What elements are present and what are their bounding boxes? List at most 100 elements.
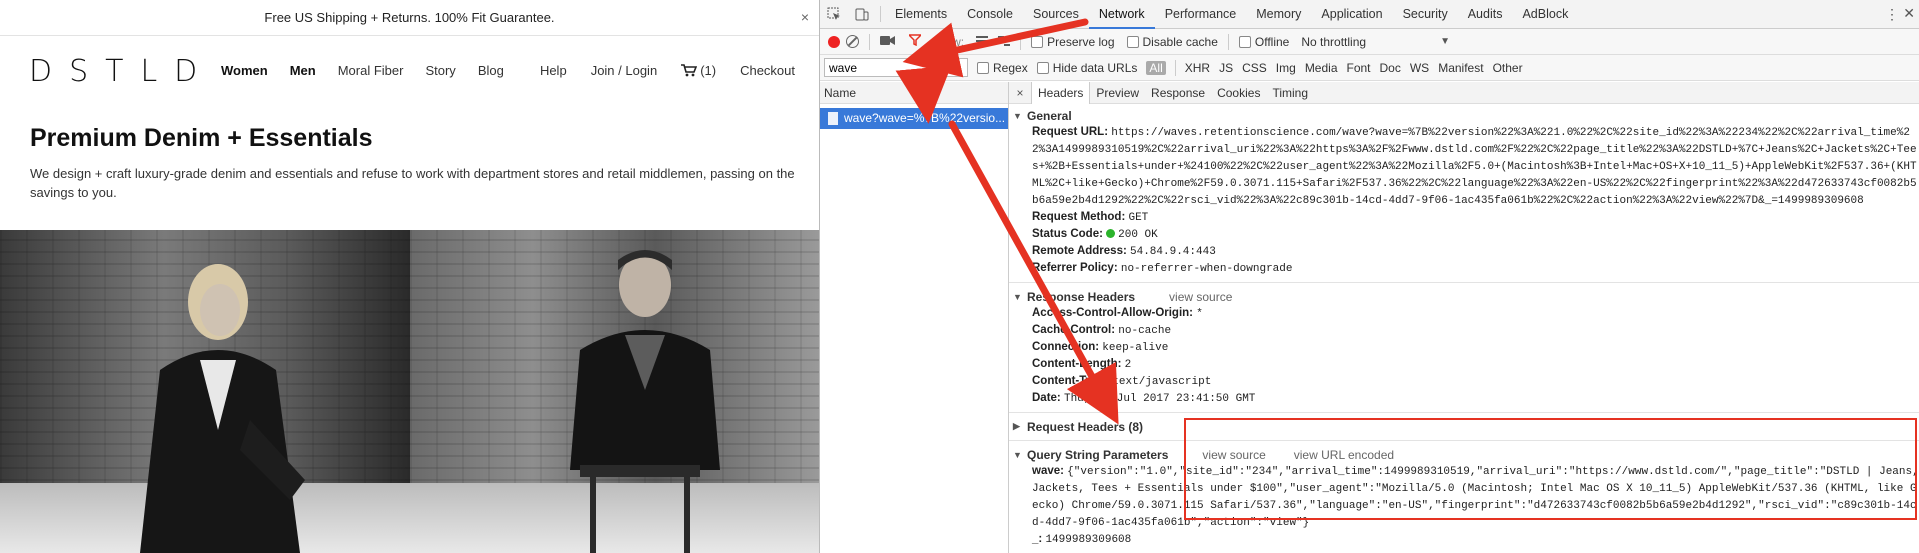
record-icon[interactable]	[828, 35, 840, 48]
tab-cookies[interactable]: Cookies	[1211, 82, 1266, 104]
inspect-element-icon[interactable]	[820, 0, 848, 29]
general-header[interactable]: ▼ General	[1013, 107, 1919, 124]
tab-preview[interactable]: Preview	[1090, 82, 1145, 104]
regex-checkbox[interactable]: Regex	[977, 61, 1028, 75]
filter-type-css[interactable]: CSS	[1242, 61, 1267, 75]
expanded-triangle-icon: ▼	[1013, 110, 1022, 121]
tab-timing[interactable]: Timing	[1266, 82, 1314, 104]
expanded-triangle-icon: ▼	[1013, 449, 1022, 460]
filter-type-ws[interactable]: WS	[1410, 61, 1429, 75]
chevron-down-icon: ▼	[1440, 36, 1450, 47]
account-nav: Help Join / Login (1) Checkout	[540, 63, 795, 78]
filter-type-js[interactable]: JS	[1219, 61, 1233, 75]
query-view-source-link[interactable]: view source	[1202, 448, 1265, 462]
filter-type-other[interactable]: Other	[1493, 61, 1523, 75]
filter-type-doc[interactable]: Doc	[1380, 61, 1401, 75]
cart-button[interactable]: (1)	[681, 63, 716, 78]
general-section: ▼ General Request URL: https://waves.ret…	[1009, 104, 1919, 280]
response-headers-header[interactable]: ▼ Response Headers view source	[1013, 288, 1919, 305]
throttling-select[interactable]: No throttling ▼	[1301, 35, 1450, 49]
nav-blog[interactable]: Blog	[478, 63, 504, 78]
devtools-panel: Elements Console Sources Network Perform…	[819, 0, 1919, 553]
waterfall-view-icon[interactable]	[998, 35, 1011, 49]
promo-text: Free US Shipping + Returns. 100% Fit Gua…	[264, 10, 555, 25]
nav-checkout[interactable]: Checkout	[740, 63, 795, 78]
tab-sources[interactable]: Sources	[1023, 0, 1089, 29]
query-param-timestamp: _: 1499989309608	[1032, 533, 1132, 546]
view-label: View:	[935, 34, 965, 49]
camera-icon[interactable]	[880, 35, 895, 49]
referrer-policy-row: Referrer Policy: no-referrer-when-downgr…	[1032, 262, 1293, 275]
header-row: Cache-Control: no-cache	[1032, 324, 1172, 337]
hero-photo-men[interactable]	[410, 230, 819, 553]
website-viewport: Free US Shipping + Returns. 100% Fit Gua…	[0, 0, 819, 553]
list-view-icon[interactable]	[976, 35, 989, 49]
tab-headers[interactable]: Headers	[1031, 82, 1091, 104]
hero-title: Premium Denim + Essentials	[30, 124, 373, 152]
status-green-dot-icon	[1106, 229, 1116, 238]
model-man-image	[570, 250, 720, 553]
tab-performance[interactable]: Performance	[1155, 0, 1247, 29]
nav-men[interactable]: Men	[290, 63, 316, 78]
cart-icon	[681, 64, 698, 77]
nav-moral-fiber[interactable]: Moral Fiber	[338, 63, 404, 78]
filter-input[interactable]	[824, 58, 968, 77]
hide-data-urls-checkbox[interactable]: Hide data URLs	[1036, 61, 1137, 75]
nav-women[interactable]: Women	[221, 63, 268, 78]
kebab-menu-icon[interactable]: ⋮	[1885, 6, 1899, 23]
hero-photo-women[interactable]	[0, 230, 410, 553]
request-url-row: Request URL: https://waves.retentionscie…	[1032, 126, 1917, 207]
model-woman-image	[140, 264, 305, 553]
request-details: × Headers Preview Response Cookies Timin…	[1009, 82, 1919, 553]
tab-network[interactable]: Network	[1088, 0, 1155, 29]
nav-story[interactable]: Story	[425, 63, 455, 78]
request-row-selected[interactable]: wave?wave=%7B%22versio...	[820, 108, 1008, 129]
device-toolbar-icon[interactable]	[848, 0, 876, 29]
tab-security[interactable]: Security	[1393, 0, 1458, 29]
request-headers-section: ▶ Request Headers (8)	[1009, 415, 1919, 438]
request-url-value[interactable]: https://waves.retentionscience.com/wave?…	[1032, 127, 1917, 207]
promo-close-icon[interactable]: ×	[801, 0, 809, 35]
filter-type-media[interactable]: Media	[1305, 61, 1338, 75]
filter-type-font[interactable]: Font	[1347, 61, 1371, 75]
nav-join-login[interactable]: Join / Login	[591, 63, 658, 78]
tab-adblock[interactable]: AdBlock	[1512, 0, 1578, 29]
tab-console[interactable]: Console	[957, 0, 1023, 29]
promo-banner: Free US Shipping + Returns. 100% Fit Gua…	[0, 0, 819, 36]
nav-help[interactable]: Help	[540, 63, 567, 78]
request-name: wave?wave=%7B%22versio...	[844, 111, 1006, 125]
header-row: Access-Control-Allow-Origin: *	[1032, 307, 1203, 320]
name-column-header[interactable]: Name	[820, 82, 1008, 104]
tab-response[interactable]: Response	[1145, 82, 1211, 104]
view-url-encoded-link[interactable]: view URL encoded	[1294, 448, 1394, 462]
clear-icon[interactable]	[846, 35, 859, 48]
disable-cache-checkbox[interactable]: Disable cache	[1126, 35, 1218, 49]
site-logo[interactable]: DSTLD	[29, 54, 214, 89]
site-header: DSTLD Women Men Moral Fiber Story Blog H…	[0, 36, 819, 104]
tab-audits[interactable]: Audits	[1458, 0, 1513, 29]
header-row: Content-Type: text/javascript	[1032, 375, 1212, 388]
filter-funnel-icon[interactable]	[907, 34, 923, 49]
request-headers-header[interactable]: ▶ Request Headers (8)	[1013, 418, 1919, 435]
tab-application[interactable]: Application	[1311, 0, 1392, 29]
tab-memory[interactable]: Memory	[1246, 0, 1311, 29]
preserve-log-checkbox[interactable]: Preserve log	[1031, 35, 1115, 49]
filter-type-all[interactable]: All	[1146, 60, 1166, 75]
offline-checkbox[interactable]: Offline	[1238, 35, 1289, 49]
hero-copy: Premium Denim + Essentials We design + c…	[30, 124, 800, 202]
status-code-row: Status Code: 200 OK	[1032, 228, 1158, 241]
header-row: Date: Thu, 13 Jul 2017 23:41:50 GMT	[1032, 392, 1256, 405]
tab-elements[interactable]: Elements	[885, 0, 957, 29]
query-string-header[interactable]: ▼ Query String Parameters view source vi…	[1013, 446, 1919, 463]
hero-photos	[0, 230, 819, 553]
response-view-source-link[interactable]: view source	[1169, 290, 1232, 304]
filter-type-manifest[interactable]: Manifest	[1438, 61, 1483, 75]
header-row: Content-Length: 2	[1032, 358, 1132, 371]
close-devtools-icon[interactable]: ✕	[1903, 5, 1915, 22]
header-row: Connection: keep-alive	[1032, 341, 1169, 354]
filter-type-img[interactable]: Img	[1276, 61, 1296, 75]
hero-body: We design + craft luxury-grade denim and…	[30, 166, 795, 200]
detail-tab-bar: × Headers Preview Response Cookies Timin…	[1009, 82, 1919, 104]
filter-type-xhr[interactable]: XHR	[1185, 61, 1210, 75]
close-details-icon[interactable]: ×	[1009, 86, 1031, 100]
